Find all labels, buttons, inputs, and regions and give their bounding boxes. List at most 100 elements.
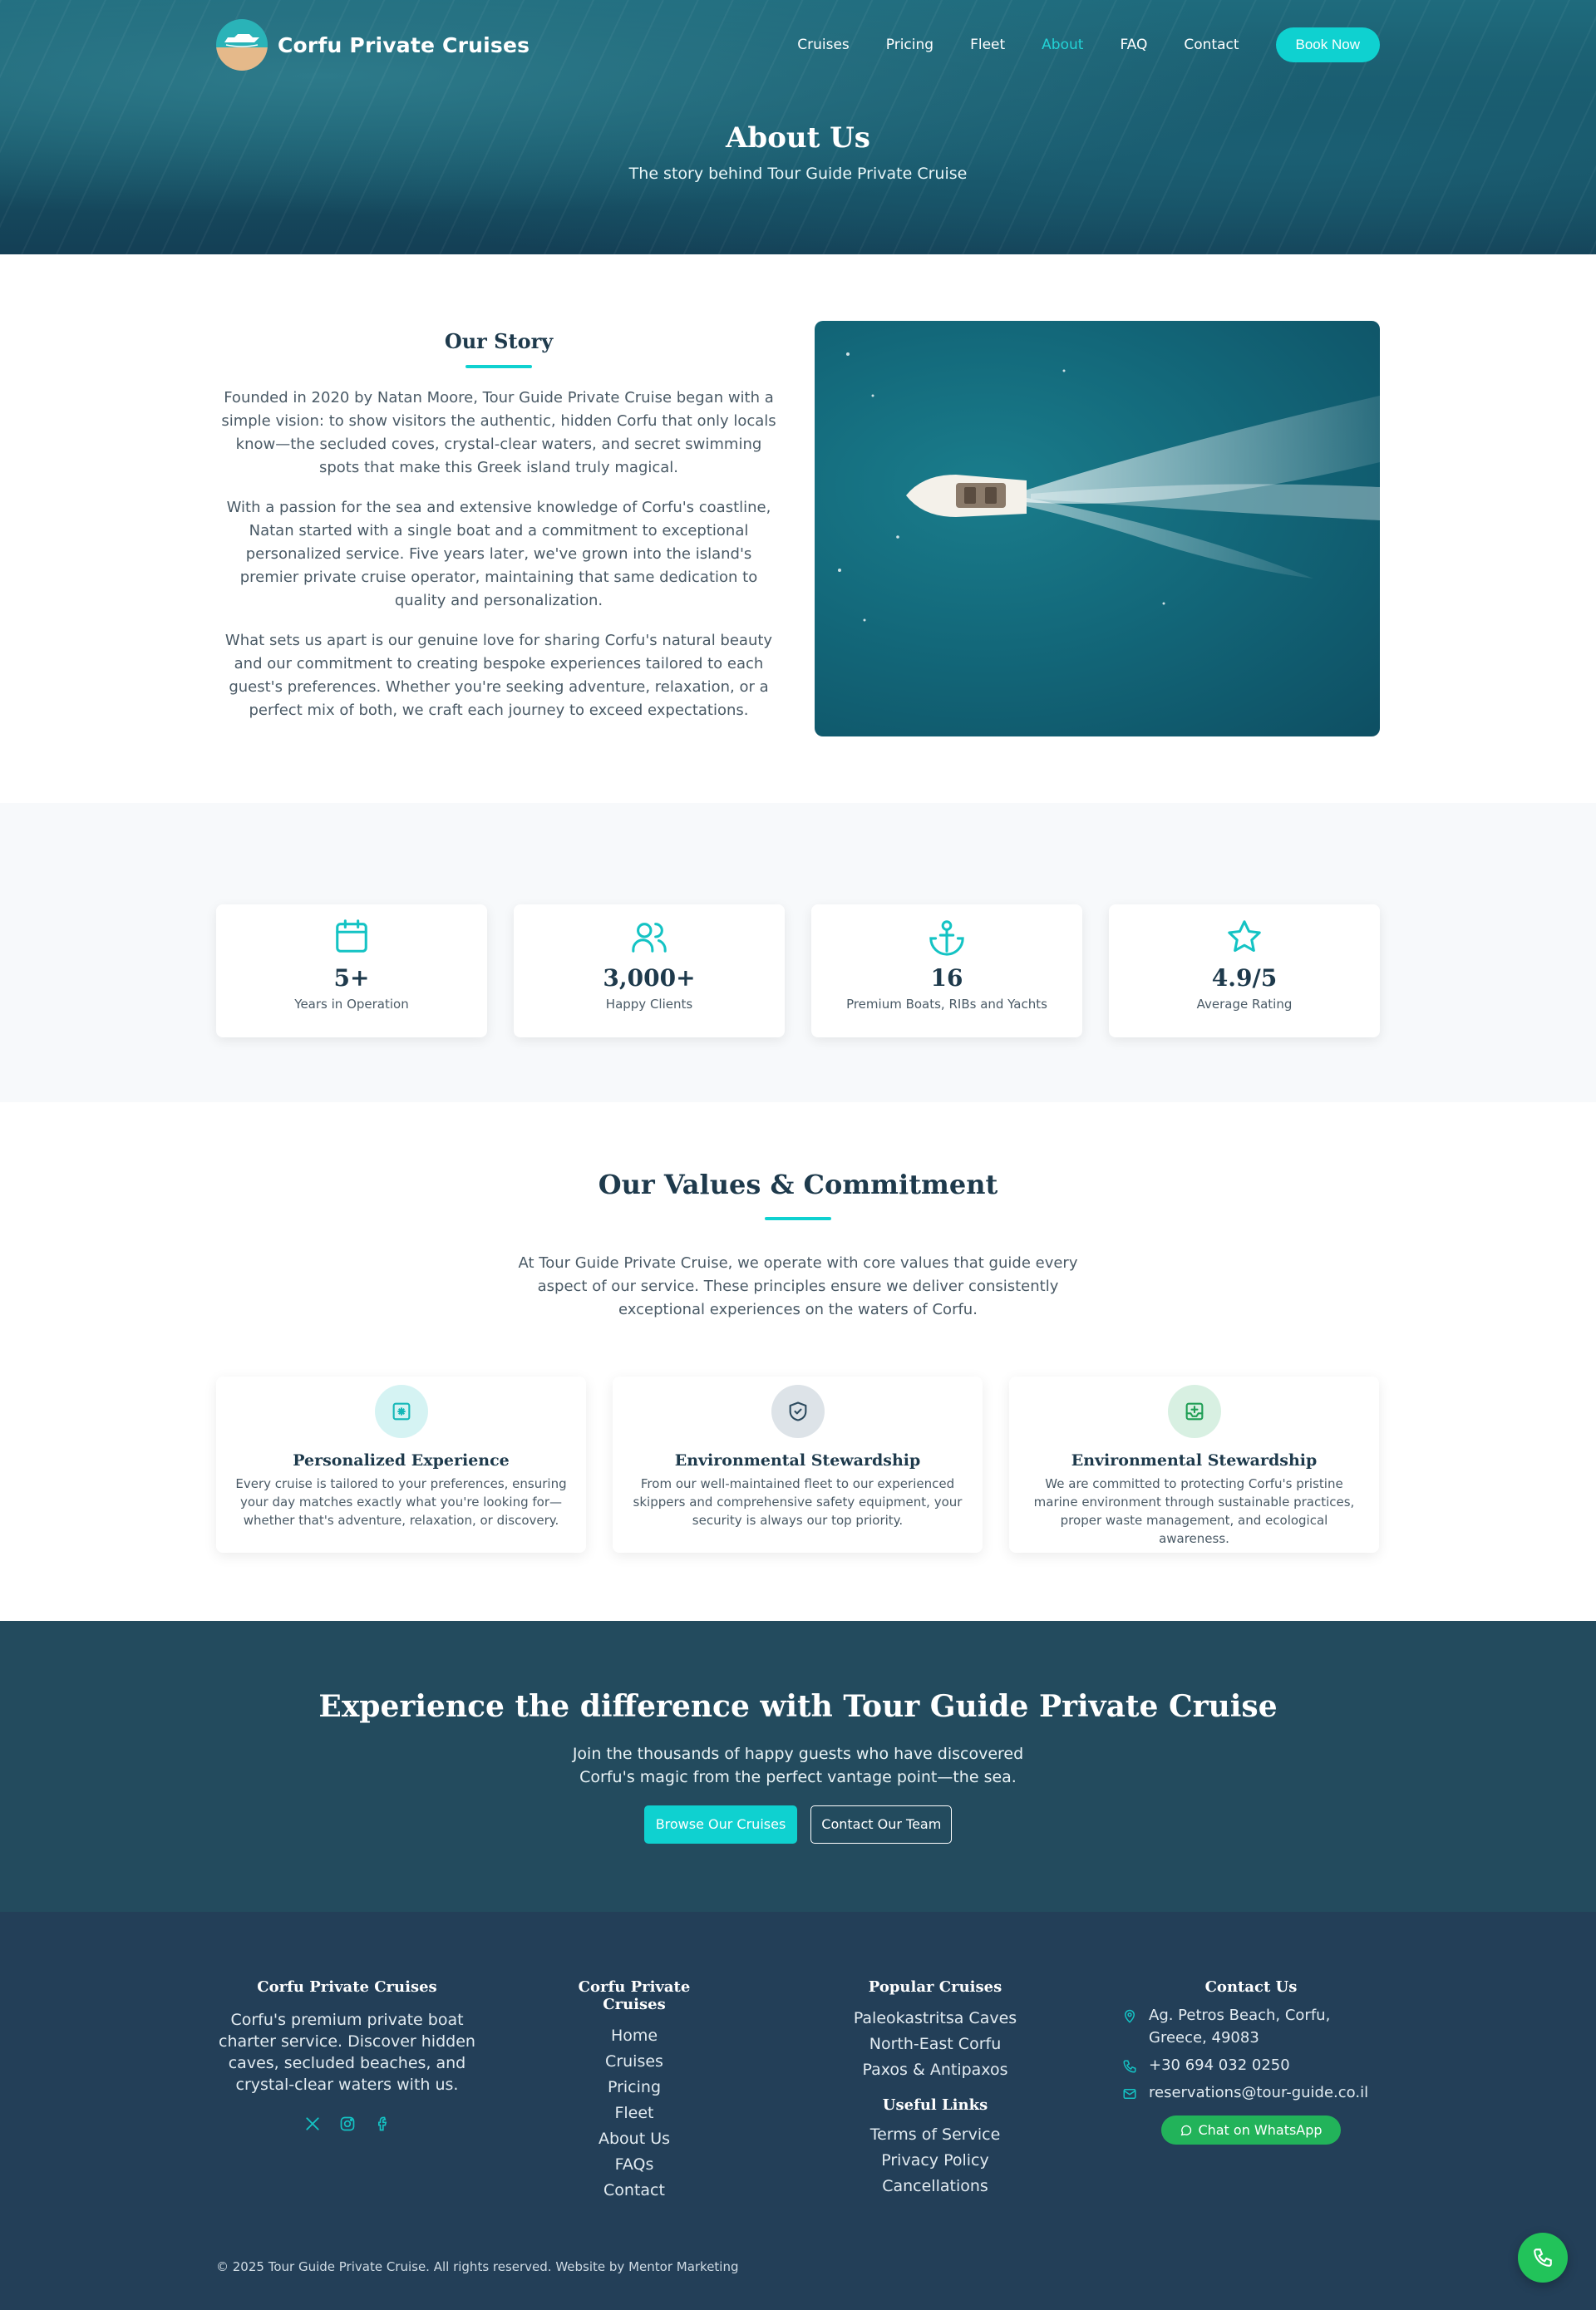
book-now-button[interactable]: Book Now [1275, 27, 1380, 62]
footer-heading: Contact Us [1204, 1978, 1298, 1996]
stat-value: 4.9/5 [1211, 964, 1278, 992]
stat-label: Years in Operation [294, 997, 409, 1012]
phone-icon [1123, 2060, 1136, 2073]
boat-logo-icon [216, 19, 268, 71]
footer-link-home[interactable]: Home [547, 2023, 722, 2049]
phone-icon [1534, 2248, 1552, 2267]
email-text: reservations@tour-guide.co.il [1149, 2084, 1369, 2101]
value-title: Environmental Stewardship [674, 1451, 921, 1470]
footer-link-cruises[interactable]: Cruises [547, 2049, 722, 2075]
footer-link-north-east[interactable]: North-East Corfu [827, 2032, 1043, 2057]
footer-heading: Useful Links [882, 2096, 988, 2114]
whatsapp-button[interactable]: Chat on WhatsApp [1161, 2115, 1341, 2145]
stat-value: 16 [930, 964, 963, 992]
footer: Corfu Private Cruises Corfu's premium pr… [0, 1912, 1596, 2310]
leaf-icon [1167, 1385, 1221, 1438]
stats-section: 5+ Years in Operation 3,000+ Happy Clien… [0, 803, 1596, 1102]
title-underline [466, 365, 532, 368]
footer-about: Corfu Private Cruises Corfu's premium pr… [216, 1978, 478, 2132]
stat-value: 5+ [333, 964, 370, 992]
call-float-button[interactable] [1518, 2233, 1568, 2283]
facebook-icon[interactable] [374, 2115, 391, 2132]
value-title: Environmental Stewardship [1071, 1451, 1318, 1470]
navbar: Corfu Private Cruises Cruises Pricing Fl… [216, 0, 1380, 90]
brand-link[interactable]: Corfu Private Cruises [216, 19, 530, 71]
brand-name: Corfu Private Cruises [278, 32, 530, 57]
nav-faq[interactable]: FAQ [1120, 37, 1147, 53]
values-title: Our Values & Commitment [598, 1169, 998, 1200]
contact-phone[interactable]: +30 694 032 0250 [1122, 2054, 1380, 2076]
address-text: Ag. Petros Beach, Corfu, Greece, 49083 [1149, 2007, 1331, 2046]
stat-label: Happy Clients [605, 997, 693, 1012]
footer-link-contact[interactable]: Contact [547, 2178, 722, 2204]
cta-title: Experience the difference with Tour Guid… [318, 1689, 1278, 1724]
story-paragraph: What sets us apart is our genuine love f… [224, 632, 773, 719]
footer-about-text: Corfu's premium private boat charter ser… [219, 2011, 475, 2094]
values-section: Our Values & Commitment At Tour Guide Pr… [0, 1102, 1596, 1621]
nav-pricing[interactable]: Pricing [886, 37, 933, 53]
nav-cruises[interactable]: Cruises [797, 37, 850, 53]
contact-address: Ag. Petros Beach, Corfu, Greece, 49083 [1122, 2004, 1380, 2049]
stat-card: 3,000+ Happy Clients [514, 904, 785, 1037]
value-card: Environmental Stewardship We are committ… [1009, 1377, 1379, 1553]
story-paragraph: Founded in 2020 by Natan Moore, Tour Gui… [221, 389, 776, 476]
instagram-icon[interactable] [339, 2115, 356, 2132]
footer-link-cancellations[interactable]: Cancellations [827, 2174, 1043, 2199]
footer-link-fleet[interactable]: Fleet [547, 2101, 722, 2126]
value-desc: We are committed to protecting Corfu's p… [1033, 1476, 1355, 1546]
shield-icon [771, 1385, 825, 1438]
x-twitter-icon[interactable] [304, 2115, 321, 2132]
value-card: Environmental Stewardship From our well-… [613, 1377, 983, 1553]
footer-link-paxos[interactable]: Paxos & Antipaxos [827, 2057, 1043, 2083]
social-links [216, 2115, 478, 2132]
footer-popular: Popular Cruises Paleokastritsa Caves Nor… [827, 1978, 1043, 2199]
contact-email[interactable]: reservations@tour-guide.co.il [1122, 2081, 1380, 2104]
star-icon [1228, 920, 1261, 953]
story-title: Our Story [444, 329, 554, 353]
footer-link-paleokastritsa[interactable]: Paleokastritsa Caves [827, 2006, 1043, 2032]
value-desc: From our well-maintained fleet to our ex… [633, 1476, 963, 1528]
whatsapp-icon [1181, 2125, 1192, 2135]
browse-cruises-button[interactable]: Browse Our Cruises [643, 1805, 798, 1844]
page-subtitle: The story behind Tour Guide Private Crui… [628, 165, 968, 183]
footer-heading: Corfu Private Cruises [257, 1978, 437, 1996]
users-icon [632, 923, 667, 953]
copyright: © 2025 Tour Guide Private Cruise. All ri… [216, 2259, 739, 2274]
footer-heading: Corfu Private Cruises [578, 1978, 691, 2013]
title-underline [765, 1217, 831, 1220]
value-desc: Every cruise is tailored to your prefere… [235, 1476, 567, 1528]
calendar-icon [336, 919, 367, 953]
nav-about[interactable]: About [1042, 37, 1083, 53]
whatsapp-label: Chat on WhatsApp [1198, 2122, 1323, 2138]
footer-link-privacy[interactable]: Privacy Policy [827, 2148, 1043, 2174]
story-text: Our Story Founded in 2020 by Natan Moore… [216, 329, 781, 722]
cta-section: Experience the difference with Tour Guid… [0, 1621, 1596, 1912]
story-paragraph: With a passion for the sea and extensive… [226, 499, 771, 609]
stat-card: 5+ Years in Operation [216, 904, 487, 1037]
page-title: About Us [726, 121, 870, 155]
footer-link-terms[interactable]: Terms of Service [827, 2122, 1043, 2148]
nav-fleet[interactable]: Fleet [970, 37, 1005, 53]
anchor-icon [929, 920, 964, 956]
stat-label: Average Rating [1196, 997, 1293, 1012]
boat-aerial-image [815, 321, 1380, 736]
mail-icon [1123, 2089, 1136, 2099]
footer-heading: Popular Cruises [868, 1978, 1002, 1996]
footer-contact: Contact Us Ag. Petros Beach, Corfu, Gree… [1122, 1978, 1380, 2145]
phone-text: +30 694 032 0250 [1149, 2056, 1290, 2074]
map-pin-icon [1124, 2009, 1135, 2023]
value-card: Personalized Experience Every cruise is … [216, 1377, 586, 1553]
stat-label: Premium Boats, RIBs and Yachts [846, 997, 1047, 1012]
sparkle-icon [374, 1385, 428, 1438]
contact-team-button[interactable]: Contact Our Team [810, 1805, 953, 1844]
value-title: Personalized Experience [293, 1451, 510, 1470]
footer-link-pricing[interactable]: Pricing [547, 2075, 722, 2101]
stat-card: 4.9/5 Average Rating [1109, 904, 1380, 1037]
story-section: Our Story Founded in 2020 by Natan Moore… [0, 254, 1596, 803]
main-menu: Cruises Pricing Fleet About FAQ Contact … [797, 27, 1380, 62]
values-intro: At Tour Guide Private Cruise, we operate… [518, 1254, 1078, 1318]
nav-contact[interactable]: Contact [1184, 37, 1239, 53]
footer-link-faqs[interactable]: FAQs [547, 2152, 722, 2178]
cta-text: Join the thousands of happy guests who h… [572, 1745, 1024, 1786]
footer-link-about[interactable]: About Us [547, 2126, 722, 2152]
